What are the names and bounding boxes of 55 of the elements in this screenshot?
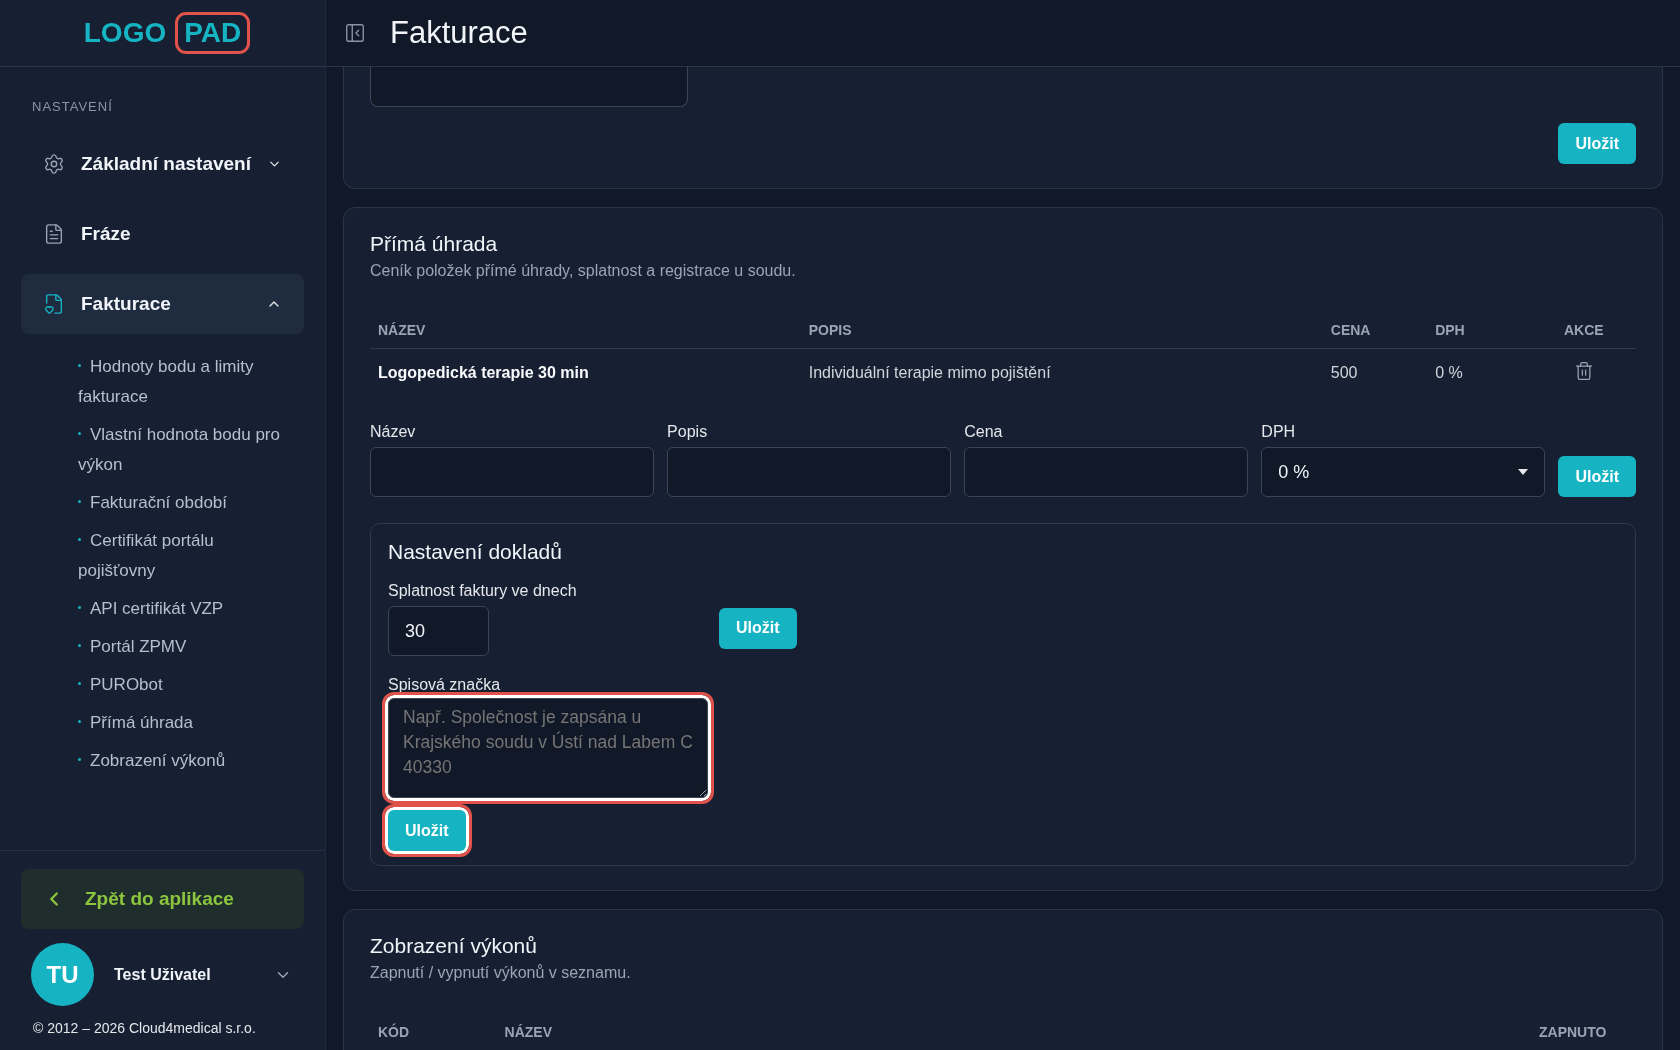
- user-avatar: TU: [31, 943, 94, 1006]
- submenu-item[interactable]: Portál ZPMV: [78, 632, 295, 662]
- column-header: KÓD: [370, 1016, 497, 1050]
- caret-down-icon: [1518, 469, 1529, 475]
- input-field[interactable]: [370, 67, 688, 107]
- table-cell: 500: [1322, 348, 1428, 397]
- input-field[interactable]: [667, 447, 952, 497]
- column-header: CENA: [1322, 314, 1428, 349]
- card-title: Přímá úhrada: [370, 232, 499, 256]
- input-field[interactable]: [964, 447, 1249, 497]
- submenu-item[interactable]: API certifikát VZP: [78, 594, 295, 624]
- document-heart-icon: [43, 293, 65, 315]
- sidebar-item[interactable]: Fráze: [21, 204, 304, 264]
- column-header: NÁZEV: [496, 1016, 1510, 1050]
- column-header: DPH: [1427, 314, 1532, 349]
- section-label: NASTAVENÍ: [31, 98, 114, 116]
- gear-icon: [43, 153, 65, 175]
- logo-text: LOGO: [82, 16, 168, 50]
- page-title: Fakturace: [390, 15, 528, 51]
- card-subtitle: Zapnutí / vypnutí výkonů v seznamu.: [370, 964, 632, 982]
- submenu-item[interactable]: Certifikát portálu pojišťovny: [78, 526, 295, 586]
- table-cell: 0 %: [1427, 348, 1532, 397]
- input-field[interactable]: 30: [388, 606, 489, 656]
- vat-select[interactable]: 0 %: [1261, 447, 1546, 497]
- column-header: ZAPNUTO: [1509, 1016, 1636, 1050]
- table-cell: Individuální terapie mimo pojištění: [800, 348, 1323, 397]
- trash-icon[interactable]: [1573, 361, 1594, 381]
- field-label: Cena: [964, 423, 1004, 441]
- document-icon: [43, 223, 65, 245]
- column-header: AKCE: [1531, 314, 1636, 349]
- sidebar-item[interactable]: Základní nastavení: [21, 134, 304, 194]
- submenu-item[interactable]: PURObot: [78, 670, 295, 700]
- submenu-item[interactable]: Přímá úhrada: [78, 708, 295, 738]
- card-title: Zobrazení výkonů: [370, 934, 538, 958]
- panel-title: Nastavení dokladů: [388, 540, 563, 564]
- input-field[interactable]: [370, 447, 655, 497]
- column-header: NÁZEV: [370, 314, 801, 349]
- sidebar-item[interactable]: Fakturace: [21, 274, 304, 334]
- field-label: Název: [370, 423, 417, 441]
- field-label: Spisová značka: [388, 676, 501, 693]
- submenu-item[interactable]: Hodnoty bodu a limity fakturace: [78, 352, 295, 412]
- submenu-item[interactable]: Vlastní hodnota bodu pro výkon: [78, 420, 295, 480]
- copyright: © 2012 – 2026 Cloud4medical s.r.o.: [32, 1020, 257, 1036]
- field-label: Popis: [667, 423, 709, 441]
- sidebar-toggle-icon[interactable]: [344, 22, 366, 44]
- back-button[interactable]: Zpět do aplikace: [21, 869, 304, 929]
- user-name[interactable]: Test Uživatel: [114, 965, 254, 984]
- card-subtitle: Ceník položek přímé úhrady, splatnost a registrace u soudu.: [370, 262, 797, 280]
- submenu-item[interactable]: Fakturační období: [78, 488, 295, 518]
- logo-text: PAD: [178, 15, 248, 51]
- submenu-item[interactable]: Zobrazení výkonů: [78, 746, 295, 776]
- field-label: Splatnost faktury ve dnech: [388, 582, 577, 599]
- table-cell: Logopedická terapie 30 min: [370, 348, 801, 397]
- field-label: DPH: [1261, 423, 1297, 441]
- column-header: POPIS: [800, 314, 1323, 349]
